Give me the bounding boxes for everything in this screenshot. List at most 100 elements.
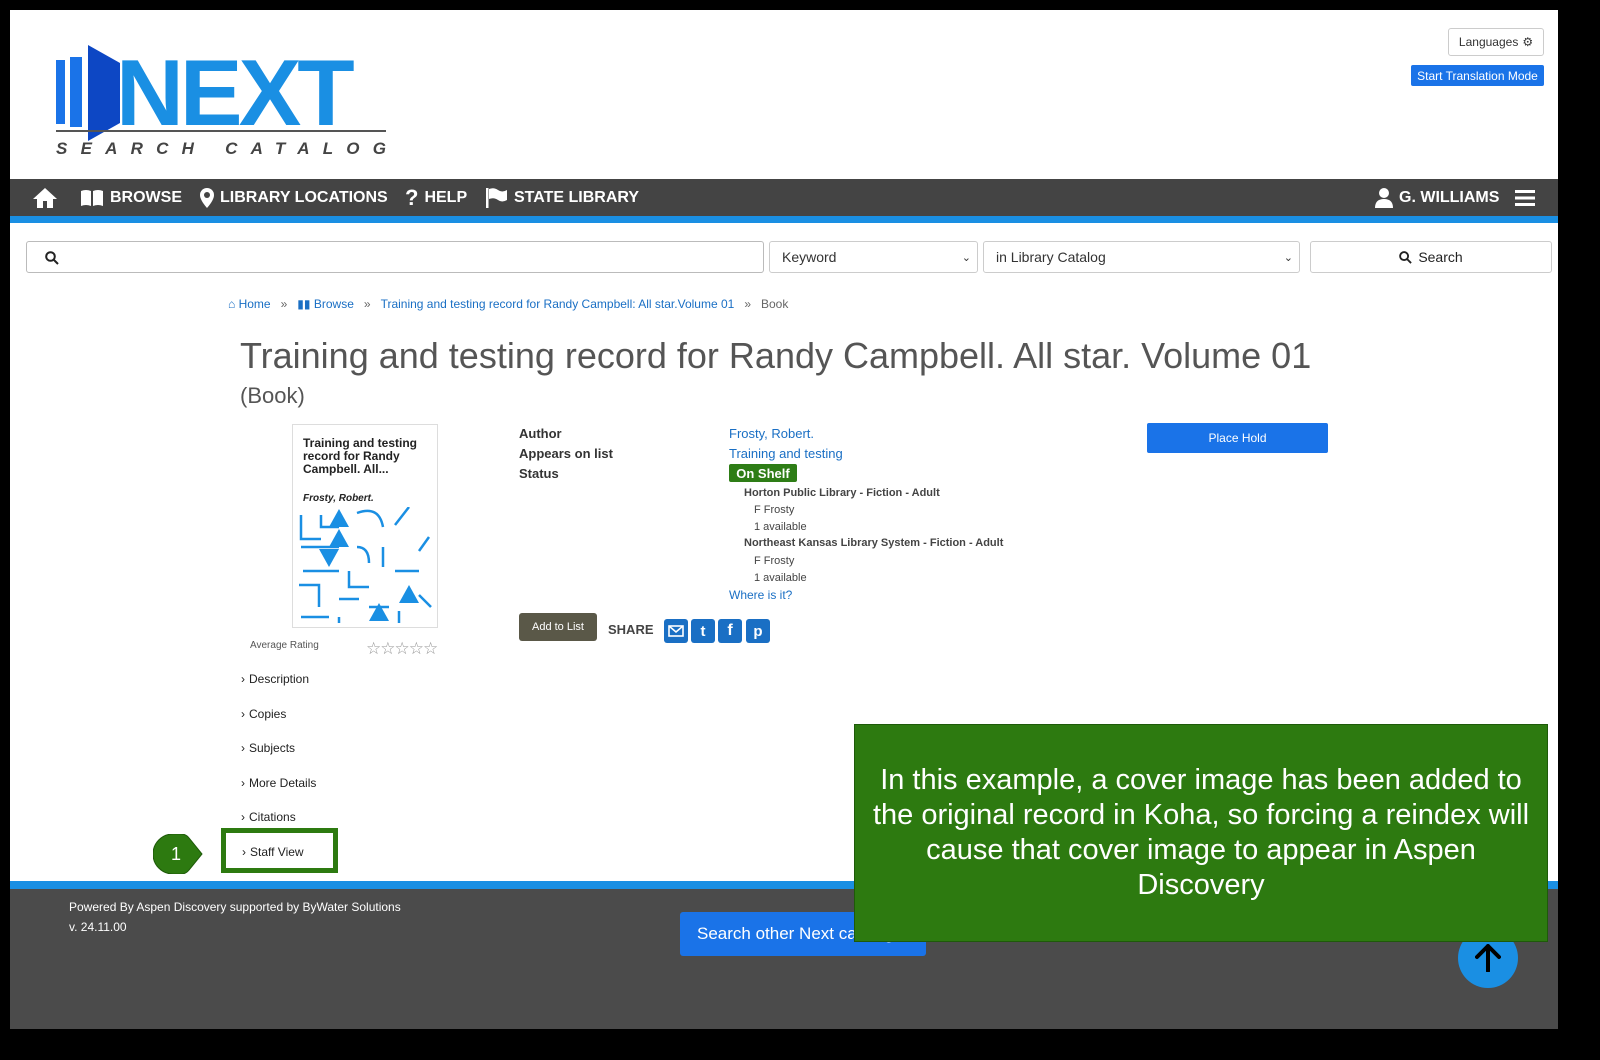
section-subjects[interactable]: › Subjects: [241, 741, 295, 755]
facebook-share-icon[interactable]: f: [718, 619, 742, 643]
breadcrumb-list[interactable]: Training and testing record for Randy Ca…: [381, 297, 735, 311]
annotation-callout: In this example, a cover image has been …: [854, 724, 1548, 942]
search-input[interactable]: [26, 241, 764, 273]
nav-help[interactable]: ? HELP: [405, 179, 467, 216]
search-scope-select[interactable]: in Library Catalog ⌄: [983, 241, 1300, 273]
nav-accent-stripe: [10, 216, 1558, 223]
nav-library-locations[interactable]: LIBRARY LOCATIONS: [200, 179, 388, 216]
user-icon: [1375, 187, 1393, 208]
gear-icon: ⚙: [1522, 35, 1534, 49]
languages-label: Languages: [1458, 35, 1519, 49]
next-logo[interactable]: NEXT SEARCH CATALOG: [56, 40, 391, 161]
pinterest-share-icon[interactable]: p: [746, 619, 770, 643]
record-format: (Book): [240, 383, 305, 408]
breadcrumb-separator: »: [363, 297, 371, 311]
status-badge: On Shelf: [729, 464, 797, 482]
nav-browse-label: BROWSE: [110, 188, 182, 206]
breadcrumb: ⌂ Home » ▮▮ Browse » Training and testin…: [228, 297, 788, 311]
holding-call-number: F Frosty: [754, 555, 795, 567]
search-type-select[interactable]: Keyword ⌄: [769, 241, 978, 273]
cover-title: Training and testing record for Randy Ca…: [303, 436, 418, 476]
languages-button[interactable]: Languages ⚙: [1448, 28, 1544, 56]
holding-call-number: F Frosty: [754, 504, 795, 516]
question-icon: ?: [405, 184, 419, 210]
holding-location: Northeast Kansas Library System - Fictio…: [744, 537, 1004, 549]
breadcrumb-home[interactable]: ⌂ Home: [228, 297, 271, 311]
logo-main-text: NEXT: [116, 43, 354, 145]
section-more-details-label: More Details: [249, 776, 317, 790]
search-icon: [1399, 250, 1413, 264]
author-label: Author: [519, 426, 562, 441]
section-staff-view[interactable]: › Staff View: [242, 845, 304, 859]
nav-browse[interactable]: BROWSE: [80, 179, 182, 216]
book-cover[interactable]: Training and testing record for Randy Ca…: [292, 424, 438, 628]
step-marker: 1: [152, 833, 203, 875]
cover-author: Frosty, Robert.: [303, 493, 374, 504]
chevron-down-icon: ⌄: [1283, 251, 1293, 264]
average-rating-label: Average Rating: [250, 640, 319, 651]
breadcrumb-current: Book: [761, 297, 789, 311]
where-is-it-link[interactable]: Where is it?: [729, 588, 792, 602]
step-number: 1: [171, 844, 182, 864]
holding-location: Horton Public Library - Fiction - Adult: [744, 487, 940, 499]
section-citations-label: Citations: [249, 810, 296, 824]
search-button-label: Search: [1418, 249, 1463, 265]
footer-text: Powered By Aspen Discovery supported by …: [69, 897, 401, 937]
chevron-right-icon: ›: [241, 707, 245, 721]
chevron-right-icon: ›: [241, 672, 245, 686]
chevron-right-icon: ›: [241, 776, 245, 790]
section-citations[interactable]: › Citations: [241, 810, 296, 824]
place-hold-button[interactable]: Place Hold: [1147, 423, 1328, 453]
star-rating-icon[interactable]: ☆☆☆☆☆: [366, 639, 438, 659]
chevron-right-icon: ›: [241, 810, 245, 824]
chevron-right-icon: ›: [242, 845, 246, 859]
version-text: v. 24.11.00: [69, 920, 127, 934]
page-title: Training and testing record for Randy Ca…: [240, 335, 1312, 376]
arrow-up-icon: [1475, 944, 1501, 972]
breadcrumb-browse[interactable]: ▮▮ Browse: [297, 297, 354, 311]
home-icon: ⌂: [228, 297, 236, 311]
staff-view-highlight: › Staff View: [221, 828, 338, 873]
section-more-details[interactable]: › More Details: [241, 776, 316, 790]
hamburger-menu-icon[interactable]: [1515, 179, 1535, 216]
nav-help-label: HELP: [424, 188, 468, 206]
nav-state-library[interactable]: STATE LIBRARY: [486, 179, 639, 216]
book-open-icon: [81, 189, 103, 206]
list-link[interactable]: Training and testing: [729, 446, 843, 461]
breadcrumb-home-label: Home: [238, 297, 271, 311]
share-label: SHARE: [608, 622, 654, 637]
user-account-menu[interactable]: G. WILLIAMS: [1375, 179, 1499, 216]
book-open-icon: ▮▮: [297, 297, 311, 311]
section-staff-view-label: Staff View: [250, 845, 304, 859]
main-navbar: BROWSE LIBRARY LOCATIONS ? HELP STATE LI…: [10, 179, 1558, 216]
section-description-label: Description: [249, 672, 310, 686]
breadcrumb-separator: »: [280, 297, 288, 311]
chevron-down-icon: ⌄: [961, 251, 971, 264]
nav-library-locations-label: LIBRARY LOCATIONS: [220, 188, 388, 206]
author-link[interactable]: Frosty, Robert.: [729, 426, 814, 441]
start-translation-button[interactable]: Start Translation Mode: [1411, 65, 1544, 86]
status-label: Status: [519, 466, 559, 481]
chevron-right-icon: ›: [241, 741, 245, 755]
email-share-icon[interactable]: [664, 619, 688, 643]
section-copies[interactable]: › Copies: [241, 707, 286, 721]
home-icon[interactable]: [32, 179, 58, 216]
search-icon: [45, 251, 59, 265]
cover-pattern: [299, 507, 432, 623]
search-button[interactable]: Search: [1310, 241, 1552, 273]
section-description[interactable]: › Description: [241, 672, 309, 686]
map-marker-icon: [200, 187, 214, 208]
add-to-list-button[interactable]: Add to List: [519, 613, 597, 641]
section-copies-label: Copies: [249, 707, 287, 721]
nav-state-library-label: STATE LIBRARY: [514, 188, 640, 206]
section-subjects-label: Subjects: [249, 741, 296, 755]
browser-page: NEXT SEARCH CATALOG Languages ⚙ Start Tr…: [10, 10, 1558, 1029]
holding-availability: 1 available: [754, 572, 807, 584]
breadcrumb-browse-label: Browse: [313, 297, 354, 311]
breadcrumb-separator: »: [744, 297, 751, 311]
holding-availability: 1 available: [754, 521, 807, 533]
twitter-share-icon[interactable]: t: [691, 619, 715, 643]
search-scope-value: in Library Catalog: [996, 249, 1106, 265]
flag-icon: [486, 187, 507, 208]
user-name-label: G. WILLIAMS: [1399, 188, 1500, 206]
